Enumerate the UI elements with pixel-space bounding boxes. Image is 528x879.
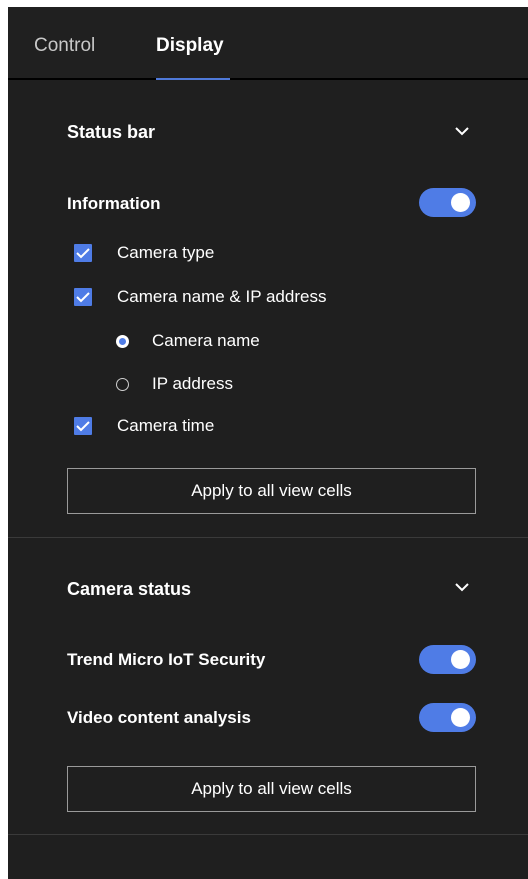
active-tab-indicator — [156, 78, 230, 80]
radio-selected-icon — [116, 335, 129, 348]
radio-unselected-icon — [116, 378, 129, 391]
camera-status-apply-button[interactable]: Apply to all view cells — [67, 766, 476, 812]
camera-type-label: Camera type — [117, 243, 215, 262]
checkbox-checked-icon — [74, 417, 92, 435]
toggle-knob — [451, 193, 470, 212]
video-content-analysis-label: Video content analysis — [67, 708, 251, 727]
camera-name-ip-label: Camera name & IP address — [117, 287, 327, 306]
camera-status-section: Camera status Trend Micro IoT Security V… — [8, 538, 528, 835]
toggle-knob — [451, 708, 470, 727]
tab-control[interactable]: Control — [34, 34, 95, 58]
camera-status-title: Camera status — [67, 579, 192, 599]
information-toggle[interactable] — [419, 188, 476, 217]
status-bar-section: Status bar Information Camera type Camer… — [8, 82, 528, 538]
information-label: Information — [67, 194, 161, 213]
status-bar-apply-button[interactable]: Apply to all view cells — [67, 468, 476, 514]
chevron-down-icon[interactable] — [453, 122, 471, 140]
video-content-analysis-toggle[interactable] — [419, 703, 476, 732]
trend-micro-label: Trend Micro IoT Security — [67, 650, 266, 669]
checkbox-checked-icon — [74, 244, 92, 262]
trend-micro-toggle[interactable] — [419, 645, 476, 674]
display-settings-panel: Control Display Status bar Information C… — [8, 7, 528, 879]
status-bar-title: Status bar — [67, 122, 156, 142]
chevron-down-icon[interactable] — [453, 578, 471, 596]
toggle-knob — [451, 650, 470, 669]
camera-name-label: Camera name — [152, 331, 260, 350]
camera-time-label: Camera time — [117, 416, 215, 435]
tab-bar: Control Display — [8, 7, 528, 80]
checkbox-checked-icon — [74, 288, 92, 306]
ip-address-label: IP address — [152, 374, 233, 393]
tab-display[interactable]: Display — [156, 34, 224, 58]
